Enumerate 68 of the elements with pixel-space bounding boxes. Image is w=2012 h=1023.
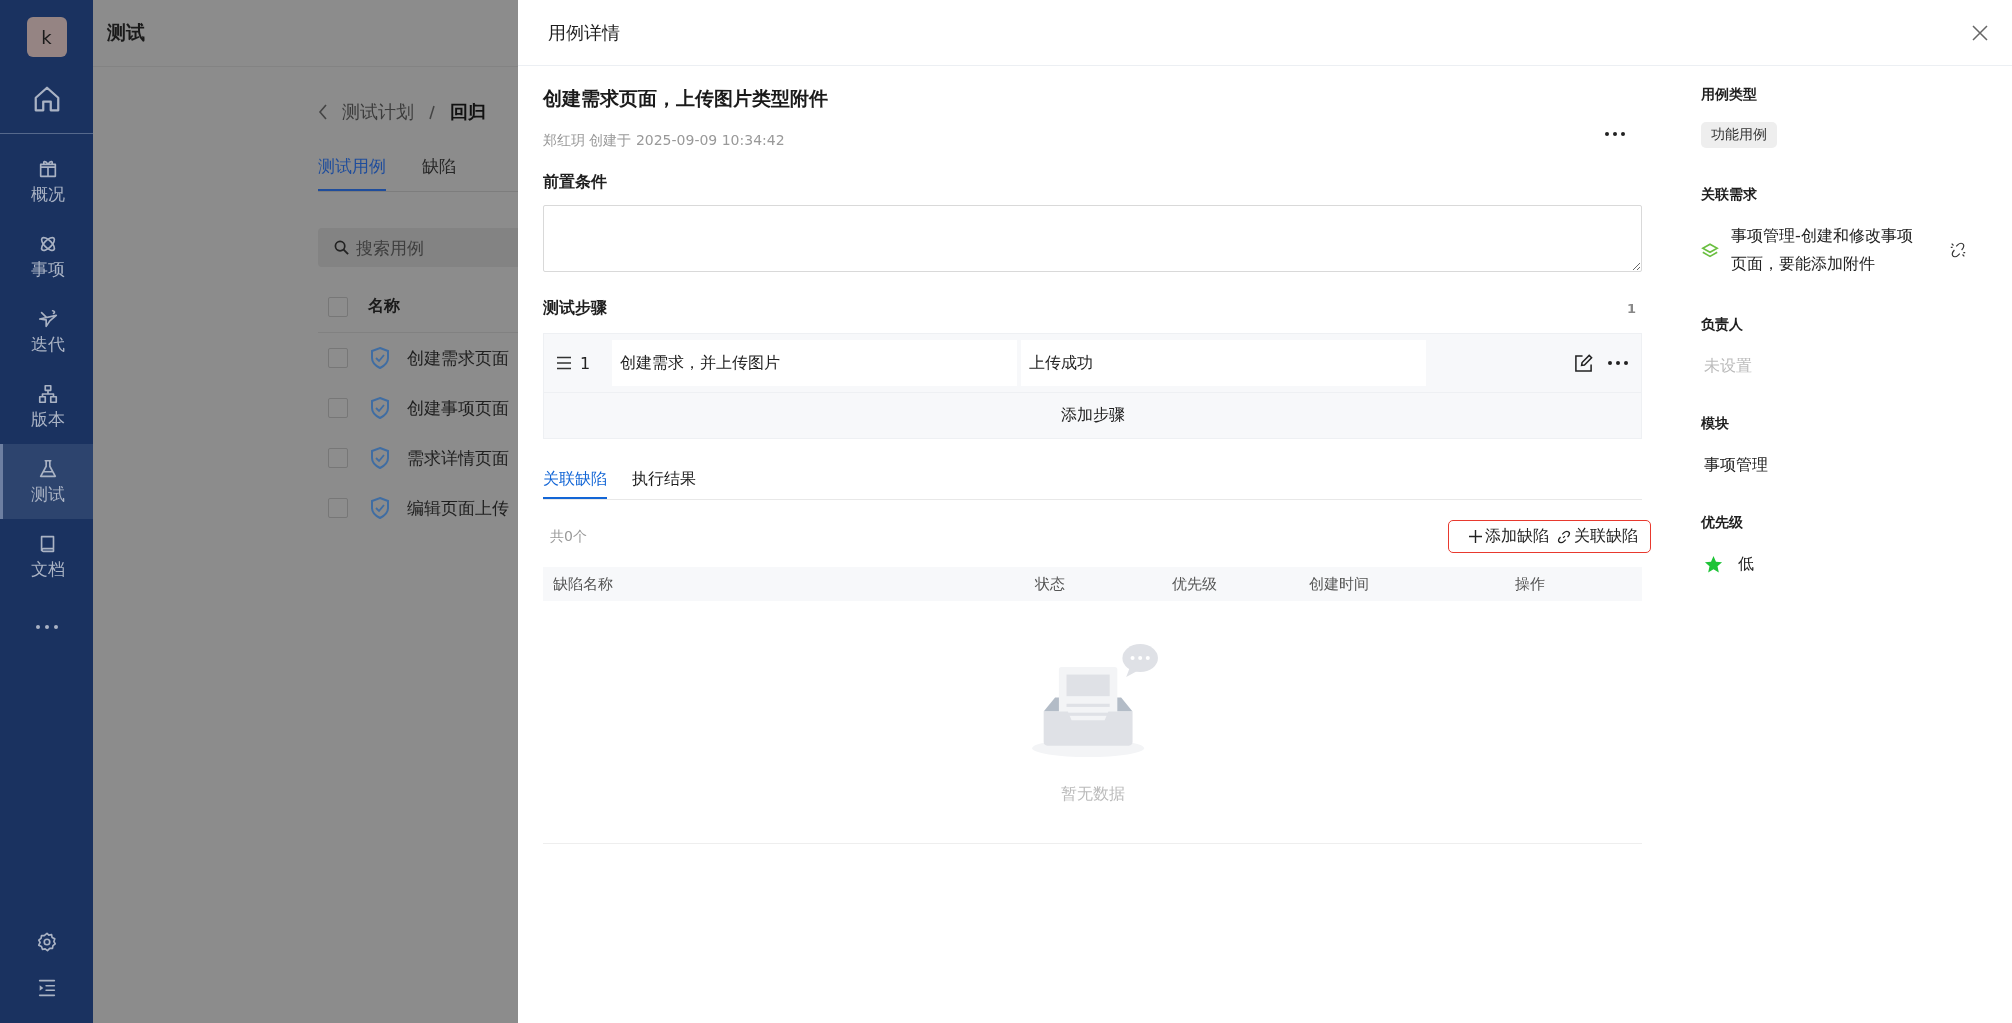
back-icon[interactable] (318, 103, 328, 121)
nav-item[interactable]: 概况 (0, 144, 93, 219)
precondition-field[interactable] (543, 205, 1642, 272)
avatar[interactable]: k (26, 17, 67, 57)
unlink-icon[interactable] (1949, 241, 1967, 259)
type-tag: 功能用例 (1701, 122, 1777, 148)
section-label: 测试步骤 (543, 298, 607, 319)
shield-check-icon (370, 346, 390, 370)
edit-icon[interactable] (1574, 353, 1593, 373)
link-defect-button[interactable]: 关联缺陷 (1557, 524, 1638, 549)
page-title: 测试 (107, 20, 145, 45)
column-header: 名称 (368, 296, 400, 317)
breadcrumb-item: 回归 (450, 100, 486, 124)
total-count: 共0个 (550, 527, 587, 546)
close-icon[interactable] (1972, 24, 1988, 41)
layers-icon (1701, 242, 1719, 258)
search-field[interactable]: 搜索用例 (318, 228, 518, 267)
tab[interactable]: 执行结果 (632, 469, 696, 499)
case-name[interactable]: 创建需求页面 (407, 346, 509, 370)
drag-handle-icon[interactable] (556, 356, 572, 370)
nav-item[interactable]: 测试 (0, 444, 93, 519)
empty-message: 暂无数据 (1060, 784, 1125, 805)
step-action-field[interactable]: 创建需求，并上传图片 (612, 340, 1017, 386)
requirement-link[interactable]: 事项管理-创建和修改事项页面，要能添加附件 (1731, 222, 1917, 278)
step-expected-field[interactable]: 上传成功 (1021, 340, 1426, 386)
step-count: 1 (1626, 301, 1636, 316)
field-label: 优先级 (1701, 514, 1744, 532)
tab[interactable]: 关联缺陷 (543, 469, 607, 499)
nav-item[interactable]: 迭代 (0, 294, 93, 369)
more-icon[interactable] (34, 624, 59, 630)
case-meta: 郑红玥 创建于 2025-09-09 10:34:42 (543, 132, 786, 150)
more-icon[interactable] (1604, 131, 1626, 137)
settings-icon[interactable] (35, 931, 58, 953)
plus-icon (1469, 530, 1482, 543)
flask-icon (37, 457, 59, 480)
nav-item[interactable]: 文档 (0, 519, 93, 594)
column-header: 优先级 (1172, 574, 1218, 594)
column-header: 状态 (1035, 574, 1066, 594)
drawer-title: 用例详情 (548, 20, 620, 45)
separator-icon (428, 103, 436, 121)
shield-check-icon (370, 396, 390, 420)
column-header: 创建时间 (1309, 574, 1370, 594)
case-title: 创建需求页面，上传图片类型附件 (543, 86, 828, 111)
case-name[interactable]: 需求详情页面 (407, 446, 509, 470)
shield-check-icon (370, 496, 390, 520)
priority-value[interactable]: 低 (1735, 554, 1754, 575)
field-label: 负责人 (1701, 316, 1744, 334)
case-name[interactable]: 创建事项页面 (407, 396, 509, 420)
nav-item[interactable]: 事项 (0, 219, 93, 294)
tab[interactable]: 缺陷 (422, 145, 456, 191)
field-label: 关联需求 (1701, 186, 1758, 204)
nav-item[interactable]: 版本 (0, 369, 93, 444)
field-label: 模块 (1701, 415, 1730, 433)
column-header: 缺陷名称 (552, 574, 614, 594)
shield-check-icon (370, 446, 390, 470)
column-header: 操作 (1515, 574, 1545, 594)
section-label: 前置条件 (543, 172, 608, 193)
link-icon (1557, 529, 1571, 544)
case-name[interactable]: 编辑页面上传 (407, 496, 509, 520)
more-icon[interactable] (1607, 360, 1629, 366)
hierarchy-icon (37, 382, 59, 405)
module-value[interactable]: 事项管理 (1701, 455, 1768, 476)
plane-icon (37, 307, 59, 330)
field-label: 用例类型 (1701, 86, 1758, 104)
breadcrumb-item[interactable]: 测试计划 (342, 100, 414, 124)
step-number: 1 (579, 353, 592, 373)
add-step-button[interactable]: 添加步骤 (544, 392, 1641, 438)
add-defect-button[interactable]: 添加缺陷 (1469, 524, 1549, 549)
